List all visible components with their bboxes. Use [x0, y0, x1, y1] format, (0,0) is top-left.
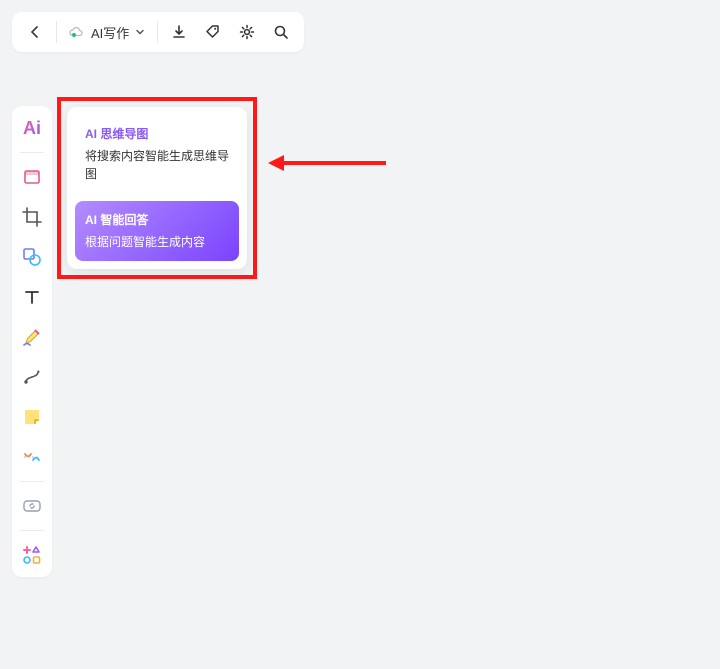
text-icon — [22, 287, 42, 307]
separator — [56, 21, 57, 43]
back-button[interactable] — [18, 16, 52, 48]
separator — [20, 530, 44, 531]
download-button[interactable] — [162, 16, 196, 48]
annotation-arrow-icon — [268, 153, 388, 173]
separator — [157, 21, 158, 43]
more-shapes-tool[interactable] — [16, 539, 48, 571]
ai-write-label: AI写作 — [91, 23, 129, 42]
ai-answer-title: AI 智能回答 — [85, 211, 229, 229]
cloud-sync-icon — [67, 23, 85, 41]
chevron-left-icon — [27, 24, 43, 40]
ai-popup: AI 思维导图 将搜索内容智能生成思维导图 AI 智能回答 根据问题智能生成内容 — [67, 107, 247, 269]
chevron-down-icon — [135, 27, 145, 37]
separator — [20, 152, 44, 153]
plus-shapes-icon — [21, 544, 43, 566]
shapes-tool[interactable] — [16, 241, 48, 273]
settings-button[interactable] — [230, 16, 264, 48]
connector-tool[interactable] — [16, 361, 48, 393]
topbar: AI写作 — [12, 12, 304, 52]
ai-answer-desc: 根据问题智能生成内容 — [85, 233, 229, 251]
ai-tool[interactable]: Ai — [16, 112, 48, 144]
search-button[interactable] — [264, 16, 298, 48]
search-icon — [272, 23, 290, 41]
tool-rail: Ai — [12, 106, 52, 577]
tag-button[interactable] — [196, 16, 230, 48]
pen-tool[interactable] — [16, 321, 48, 353]
tag-icon — [204, 23, 222, 41]
link-tool[interactable] — [16, 490, 48, 522]
text-tool[interactable] — [16, 281, 48, 313]
sticky-note-tool[interactable] — [16, 401, 48, 433]
ai-answer-card[interactable]: AI 智能回答 根据问题智能生成内容 — [75, 201, 239, 261]
annotation-highlight-box: AI 思维导图 将搜索内容智能生成思维导图 AI 智能回答 根据问题智能生成内容 — [57, 97, 257, 279]
frame-tool[interactable] — [16, 161, 48, 193]
sticky-note-icon — [21, 406, 43, 428]
ai-mindmap-card[interactable]: AI 思维导图 将搜索内容智能生成思维导图 — [75, 115, 239, 193]
shapes-icon — [21, 246, 43, 268]
download-icon — [170, 23, 188, 41]
ai-mindmap-desc: 将搜索内容智能生成思维导图 — [85, 147, 229, 183]
connector-icon — [21, 366, 43, 388]
alignment-tool[interactable] — [16, 441, 48, 473]
separator — [20, 481, 44, 482]
ai-icon: Ai — [23, 118, 41, 139]
frame-icon — [21, 166, 43, 188]
gear-icon — [238, 23, 256, 41]
pencil-icon — [21, 326, 43, 348]
ai-mindmap-title: AI 思维导图 — [85, 125, 229, 143]
crop-tool[interactable] — [16, 201, 48, 233]
align-icon — [21, 446, 43, 468]
ai-write-dropdown[interactable]: AI写作 — [61, 16, 153, 48]
link-icon — [21, 495, 43, 517]
crop-icon — [21, 206, 43, 228]
